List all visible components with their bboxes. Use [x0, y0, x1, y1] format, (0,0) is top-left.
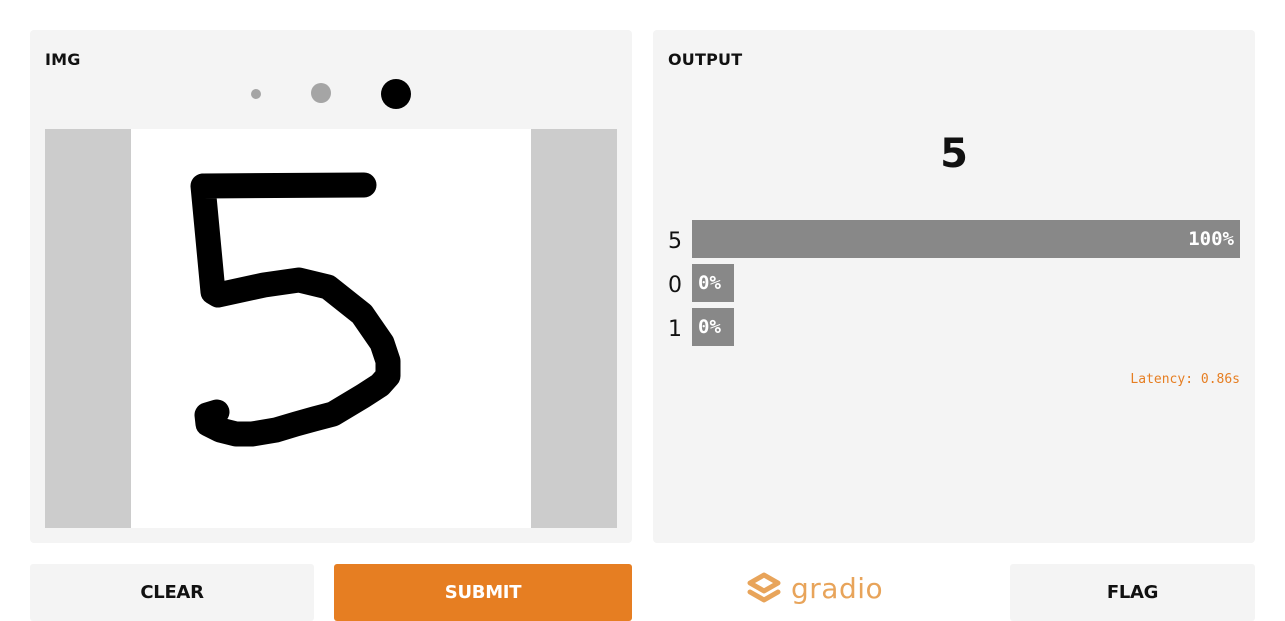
brush-size-medium[interactable] — [311, 83, 331, 103]
latency-text: Latency: 0.86s — [1130, 372, 1240, 387]
gradio-logo: gradio — [745, 570, 883, 606]
confidence-row: 1 0% — [668, 308, 734, 346]
clear-button[interactable]: CLEAR — [30, 564, 314, 621]
output-title: OUTPUT — [668, 50, 743, 69]
output-panel: OUTPUT 5 5 100% 0 0% 1 0% Latency: 0.86s — [653, 30, 1255, 543]
sketchpad-container — [45, 129, 617, 528]
confidence-value: 0% — [698, 272, 721, 294]
confidence-class: 1 — [668, 317, 682, 342]
confidence-value: 0% — [698, 316, 721, 338]
brush-size-large[interactable] — [381, 79, 411, 109]
gradio-logo-icon — [747, 572, 781, 603]
flag-button[interactable]: FLAG — [1010, 564, 1255, 621]
confidence-class: 0 — [668, 273, 682, 298]
input-title: IMG — [45, 50, 81, 69]
confidence-row: 0 0% — [668, 264, 734, 302]
sketchpad-canvas[interactable] — [131, 129, 531, 528]
confidence-bar: 100% — [692, 220, 1240, 258]
input-panel: IMG — [30, 30, 632, 543]
gradio-logo-text: gradio — [791, 571, 884, 605]
confidence-value: 100% — [1188, 228, 1234, 250]
confidence-class: 5 — [668, 229, 682, 254]
drawn-digit-stroke — [190, 172, 401, 447]
confidence-bar: 0% — [692, 264, 734, 302]
confidence-row: 5 100% — [668, 220, 1240, 258]
submit-button[interactable]: SUBMIT — [334, 564, 632, 621]
brush-size-small[interactable] — [251, 89, 261, 99]
predicted-label: 5 — [940, 131, 968, 177]
confidence-bar: 0% — [692, 308, 734, 346]
